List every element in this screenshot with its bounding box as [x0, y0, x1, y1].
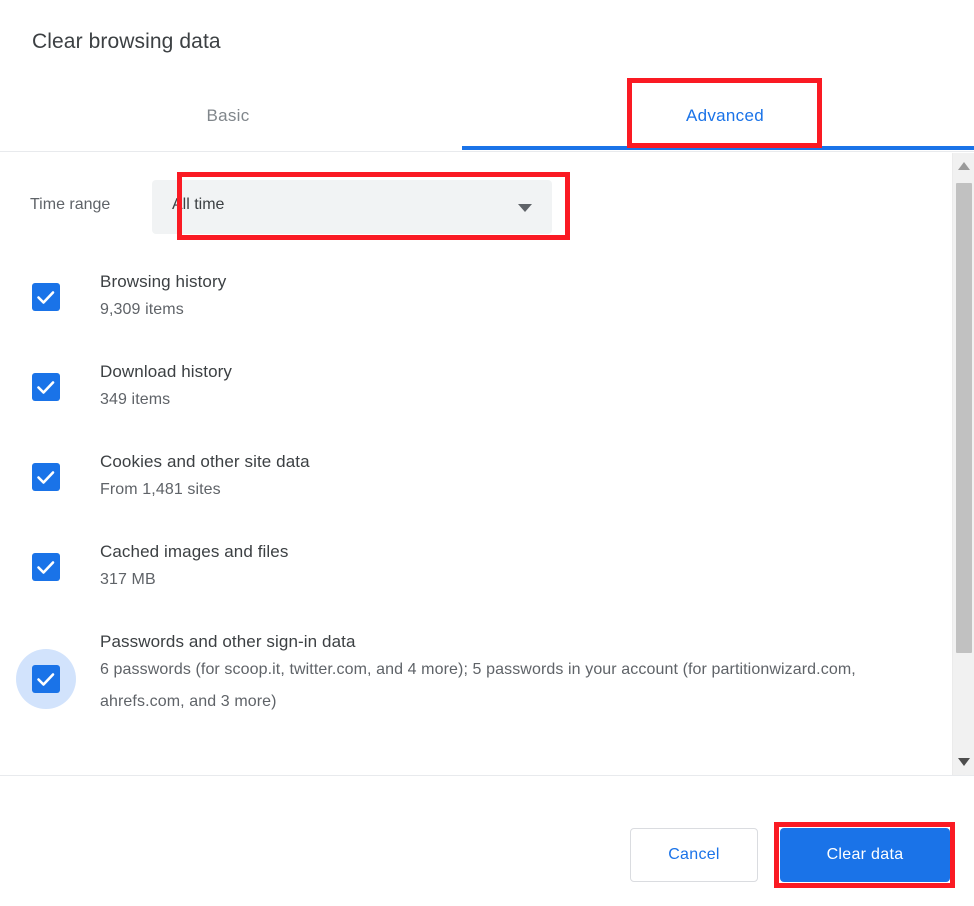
- list-item-text: Cookies and other site data From 1,481 s…: [100, 449, 920, 506]
- list-item-label: Browsing history: [100, 272, 227, 291]
- scroll-down-arrow-icon[interactable]: [953, 749, 974, 775]
- scroll-up-arrow-icon[interactable]: [953, 153, 974, 179]
- list-item-sublabel: 9,309 items: [100, 301, 184, 318]
- tabstrip-divider: [0, 151, 974, 152]
- checkbox-cookies-and-site-data[interactable]: [32, 463, 60, 491]
- page-title: Clear browsing data: [32, 30, 221, 53]
- checkbox-browsing-history[interactable]: [32, 283, 60, 311]
- vertical-scrollbar[interactable]: [952, 153, 974, 775]
- list-item-sublabel: 349 items: [100, 391, 171, 408]
- time-range-value: All time: [172, 196, 225, 213]
- cancel-button[interactable]: Cancel: [630, 828, 758, 882]
- checkbox-download-history[interactable]: [32, 373, 60, 401]
- list-item-label: Passwords and other sign-in data: [100, 632, 356, 651]
- clear-browsing-data-dialog: Clear browsing data Basic Advanced Time …: [0, 0, 974, 906]
- list-item-sublabel: From 1,481 sites: [100, 481, 221, 498]
- list-item[interactable]: Download history 349 items: [0, 355, 940, 433]
- scrollbar-thumb[interactable]: [956, 183, 972, 653]
- list-item-sublabel: 6 passwords (for scoop.it, twitter.com, …: [100, 661, 856, 710]
- time-range-label: Time range: [30, 196, 111, 213]
- footer-divider: [0, 775, 974, 776]
- time-range-row: Time range All time: [0, 178, 952, 238]
- tabstrip: Basic Advanced: [0, 86, 974, 152]
- tab-selection-indicator: [462, 146, 974, 150]
- list-item[interactable]: Browsing history 9,309 items: [0, 265, 940, 343]
- list-item-sublabel: 317 MB: [100, 571, 156, 588]
- checkbox-passwords-and-signin-data[interactable]: [32, 665, 60, 693]
- list-item[interactable]: Cached images and files 317 MB: [0, 535, 940, 613]
- list-item-label: Cached images and files: [100, 542, 289, 561]
- time-range-select[interactable]: All time: [152, 180, 552, 234]
- tab-basic[interactable]: Basic: [130, 86, 326, 146]
- list-item-text: Passwords and other sign-in data 6 passw…: [100, 629, 920, 718]
- list-item[interactable]: Passwords and other sign-in data 6 passw…: [0, 625, 940, 735]
- checkbox-cached-images-and-files[interactable]: [32, 553, 60, 581]
- tab-advanced[interactable]: Advanced: [627, 86, 823, 146]
- list-item-text: Cached images and files 317 MB: [100, 539, 920, 596]
- chevron-down-icon: [518, 204, 532, 212]
- settings-scroll-area: Time range All time Browsing history 9,3…: [0, 153, 974, 775]
- list-item-text: Download history 349 items: [100, 359, 920, 416]
- clear-data-button[interactable]: Clear data: [780, 828, 950, 882]
- list-item[interactable]: Cookies and other site data From 1,481 s…: [0, 445, 940, 523]
- list-item-label: Cookies and other site data: [100, 452, 310, 471]
- list-item-text: Browsing history 9,309 items: [100, 269, 920, 326]
- list-item-label: Download history: [100, 362, 232, 381]
